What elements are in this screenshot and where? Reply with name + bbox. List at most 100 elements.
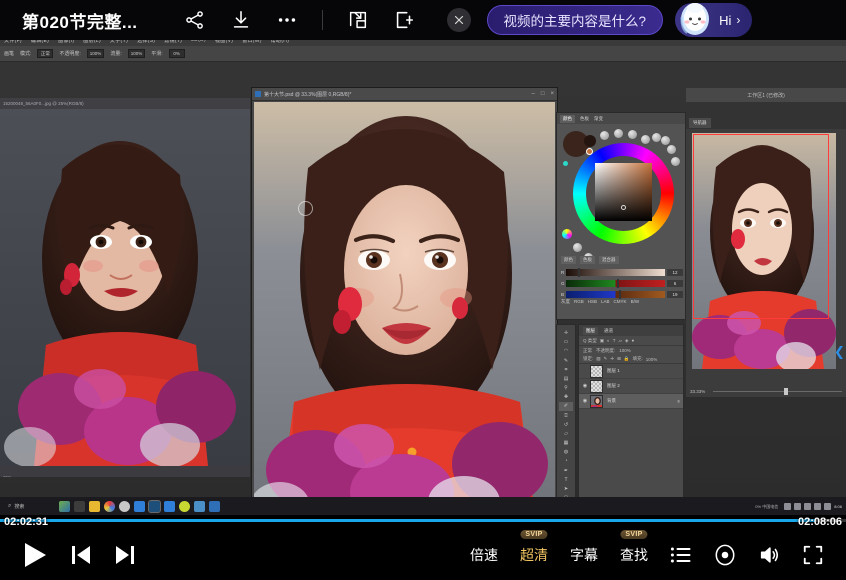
mode-bw[interactable]: B/W: [631, 299, 640, 305]
download-icon[interactable]: [228, 7, 254, 33]
layer-name[interactable]: 背景: [607, 398, 616, 404]
tab-layers[interactable]: 图层: [583, 327, 598, 335]
previous-episode-button[interactable]: [70, 543, 92, 567]
taskbar-explorer-icon[interactable]: [89, 501, 100, 512]
tray-icon[interactable]: [804, 503, 811, 510]
red-channel-track[interactable]: [566, 269, 665, 276]
clone-stamp-tool-icon[interactable]: ⌼: [559, 412, 573, 420]
history-swatch[interactable]: [641, 135, 650, 144]
taskbar-app-icon[interactable]: [119, 501, 130, 512]
history-swatch[interactable]: [573, 243, 582, 252]
layer-thumbnail[interactable]: [590, 365, 603, 378]
fill-value[interactable]: 100%: [646, 357, 658, 362]
mode-lab[interactable]: LAB: [601, 299, 610, 305]
history-swatch[interactable]: [614, 129, 623, 138]
tab-swatches[interactable]: 色板: [580, 116, 589, 122]
taskbar-qq-icon[interactable]: [134, 501, 145, 512]
blue-channel-track[interactable]: [566, 291, 665, 298]
cast-screen-icon[interactable]: [391, 7, 417, 33]
lasso-tool-icon[interactable]: ◠: [559, 347, 573, 355]
crop-tool-icon[interactable]: ⌗: [559, 366, 573, 374]
document-window-main[interactable]: 第十大节.psd @ 33.3%(图层 0,RGB/8)* – □ ×: [252, 88, 557, 515]
lock-all-icon[interactable]: 🔒: [624, 356, 630, 362]
layer-row[interactable]: ◉ 图层 2: [579, 379, 683, 394]
history-swatch[interactable]: [652, 133, 661, 142]
history-swatch[interactable]: [661, 136, 670, 145]
quick-select-tool-icon[interactable]: ✎: [559, 357, 573, 365]
layer-row[interactable]: ◉ 背景 ⌾: [579, 394, 683, 409]
play-button[interactable]: [22, 541, 48, 569]
history-brush-tool-icon[interactable]: ↺: [559, 421, 573, 429]
blue-channel-value[interactable]: 19: [667, 291, 683, 298]
green-channel-slider[interactable]: G 6: [561, 279, 683, 287]
filter-shape-icon[interactable]: ▱: [619, 338, 622, 344]
document-window-left[interactable]: 15200048_56A0F0...jpg @ 25%(RGB/8): [0, 98, 250, 477]
background-color-swatch[interactable]: [584, 135, 596, 147]
layers-panel[interactable]: 图层 通道 Q 类型 ▣ ◐ T ▱ ◈ ● 正常 不透明度: 100% 锁定:…: [578, 324, 684, 515]
dodge-tool-icon[interactable]: ◔: [559, 457, 573, 465]
minimize-button[interactable]: –: [529, 91, 538, 97]
volume-icon[interactable]: [758, 544, 780, 566]
filter-image-icon[interactable]: ▣: [600, 338, 604, 344]
video-surface[interactable]: 文件(F) 编辑(E) 图像(I) 图层(L) 文字(Y) 选择(S) 滤镜(T…: [0, 34, 846, 515]
tray-icon[interactable]: [794, 503, 801, 510]
eyedropper-tool-icon[interactable]: ⚲: [559, 384, 573, 392]
taskbar-wallpaper-icon[interactable]: [59, 501, 70, 512]
healing-brush-tool-icon[interactable]: ✚: [559, 393, 573, 401]
ai-assistant-entry[interactable]: Hi ›: [675, 3, 752, 37]
opacity-value[interactable]: 100%: [87, 49, 105, 58]
taskbar-app-icon[interactable]: [209, 501, 220, 512]
tab-gradients[interactable]: 渐变: [594, 116, 603, 122]
close-button[interactable]: [447, 8, 471, 32]
tray-icon[interactable]: [784, 503, 791, 510]
quality-button[interactable]: SVIP 超清: [520, 545, 548, 565]
red-channel-value[interactable]: 12: [667, 269, 683, 276]
document-left-canvas[interactable]: [0, 109, 250, 466]
tab-navigator[interactable]: 导航器: [689, 118, 711, 128]
filter-smart-icon[interactable]: ◈: [625, 338, 628, 344]
navigator-zoom-knob[interactable]: [784, 388, 788, 395]
subtitles-button[interactable]: 字幕: [570, 545, 598, 565]
ai-question-pill[interactable]: 视频的主要内容是什么?: [487, 5, 664, 35]
red-channel-knob[interactable]: [578, 268, 580, 277]
slider-tab-mixer[interactable]: 混合器: [599, 256, 619, 264]
color-panel[interactable]: 颜色 色板 渐变 颜: [556, 112, 686, 320]
gradient-tool-icon[interactable]: ▦: [559, 439, 573, 447]
taskbar-app-icon[interactable]: [179, 501, 190, 512]
playlist-icon[interactable]: [670, 545, 692, 565]
layer-name[interactable]: 图层 1: [607, 368, 620, 374]
navigator-thumbnail[interactable]: [692, 133, 836, 369]
search-in-video-button[interactable]: SVIP 查找: [620, 545, 648, 565]
taskbar-app-icon[interactable]: [194, 501, 205, 512]
lock-transparent-icon[interactable]: ▨: [596, 356, 600, 362]
taskbar-photoshop-icon[interactable]: [149, 501, 160, 512]
maximize-button[interactable]: □: [538, 91, 548, 97]
layers-filter-row[interactable]: Q 类型 ▣ ◐ T ▱ ◈ ●: [579, 336, 683, 346]
blue-channel-slider[interactable]: B 19: [561, 290, 683, 298]
taskbar-clock[interactable]: 8:06: [834, 504, 842, 509]
windows-taskbar[interactable]: ⌕ 搜索 0% 中国电信: [0, 497, 846, 515]
mode-cmyk[interactable]: CMYK: [614, 299, 627, 305]
layer-name[interactable]: 图层 2: [607, 383, 620, 389]
lock-nesting-icon[interactable]: ⊞: [617, 356, 621, 362]
mode-value[interactable]: 正常: [37, 49, 53, 58]
navigator-panel[interactable]: 导航器: [686, 117, 846, 397]
tray-icon[interactable]: [814, 503, 821, 510]
red-channel-slider[interactable]: R 12: [561, 268, 683, 276]
layer-thumbnail[interactable]: [590, 395, 603, 408]
share-icon[interactable]: [182, 7, 208, 33]
slider-tab-color[interactable]: 颜色: [561, 256, 576, 264]
more-options-icon[interactable]: [274, 7, 300, 33]
navigator-zoom-value[interactable]: 33.33%: [690, 389, 705, 394]
color-square-picker[interactable]: [595, 163, 652, 221]
document-main-titlebar[interactable]: 第十大节.psd @ 33.3%(图层 0,RGB/8)* – □ ×: [252, 88, 557, 101]
mode-hsb[interactable]: HSB: [588, 299, 597, 305]
chevron-left-icon[interactable]: ❮: [834, 344, 845, 360]
marquee-tool-icon[interactable]: ▭: [559, 338, 573, 346]
green-channel-value[interactable]: 6: [667, 280, 683, 287]
blue-channel-knob[interactable]: [619, 290, 621, 299]
filter-adjust-icon[interactable]: ◐: [607, 338, 610, 343]
layer-opacity-value[interactable]: 100%: [619, 348, 631, 353]
mode-grayscale[interactable]: 灰度: [561, 299, 570, 305]
green-channel-track[interactable]: [566, 280, 665, 287]
